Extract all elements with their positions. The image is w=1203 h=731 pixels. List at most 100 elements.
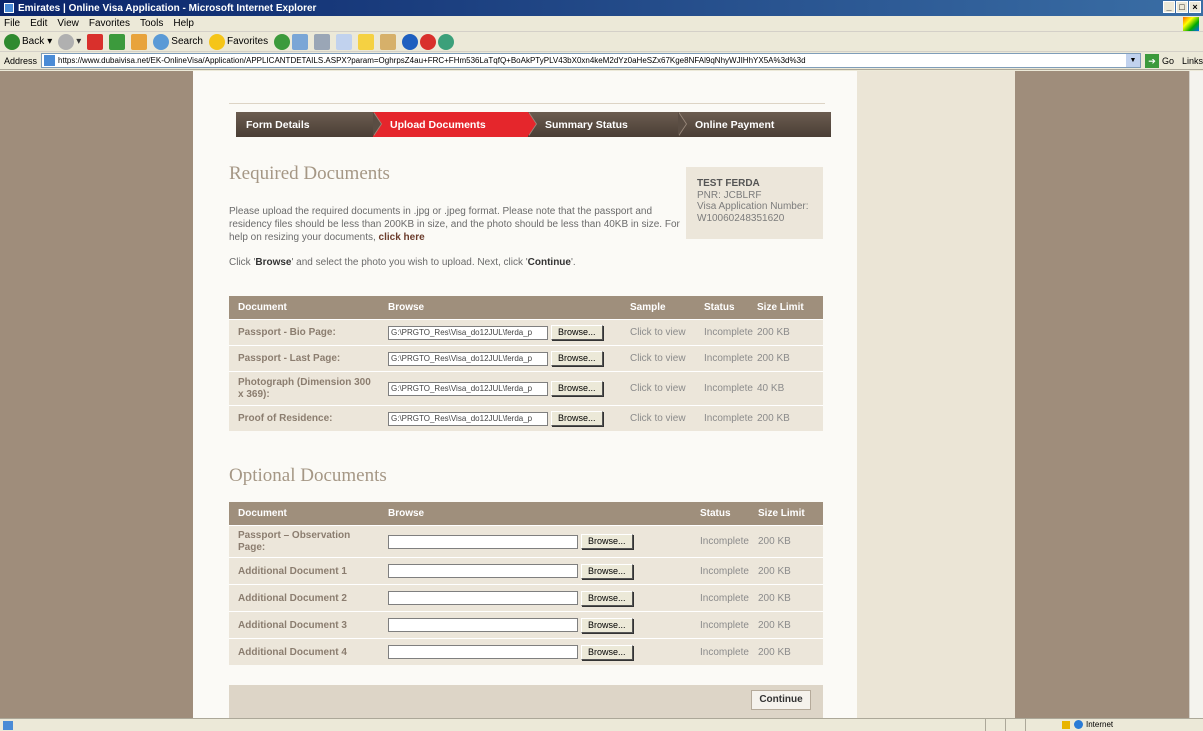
document-name: Additional Document 1 (238, 565, 347, 577)
users-icon[interactable] (438, 33, 455, 50)
file-input[interactable] (388, 591, 578, 605)
browse-button[interactable]: Browse... (581, 534, 633, 549)
refresh-icon[interactable] (109, 33, 126, 50)
browse-button[interactable]: Browse... (551, 381, 603, 396)
research-icon[interactable] (380, 33, 397, 50)
sample-link[interactable]: Click to view (622, 327, 697, 338)
instr-text: ' and select the photo you wish to uploa… (291, 257, 528, 268)
document-name: Proof of Residence: (238, 413, 333, 424)
form-footer: Continue (229, 685, 823, 718)
browse-button[interactable]: Browse... (581, 617, 633, 633)
messenger-icon[interactable] (420, 33, 437, 50)
step-form-details[interactable]: Form Details (236, 112, 382, 137)
file-input[interactable] (388, 564, 578, 578)
mail-icon[interactable] (292, 33, 309, 50)
column-header: Browse (388, 508, 425, 519)
progress-steps: Form Details Upload Documents Summary St… (236, 112, 831, 137)
search-icon (153, 33, 170, 50)
file-input[interactable]: G:\PRGTO_Res\Visa_do12JUL\ferda_p (388, 411, 548, 426)
file-input[interactable] (388, 534, 578, 549)
status-panes (985, 719, 1045, 731)
status-text: Incomplete (700, 619, 749, 631)
edit-icon[interactable] (336, 33, 353, 50)
browse-button[interactable]: Browse... (551, 325, 603, 340)
address-input[interactable]: https://www.dubaivisa.net/EK-OnlineVisa/… (41, 53, 1141, 68)
browser-toolbar: Back ▾ ▾ Search Favorites (0, 32, 1203, 52)
step-online-payment[interactable]: Online Payment (678, 112, 831, 137)
file-input[interactable]: G:\PRGTO_Res\Visa_do12JUL\ferda_p (388, 381, 548, 396)
sample-link[interactable]: Click to view (622, 383, 697, 394)
step-upload-documents[interactable]: Upload Documents (373, 112, 537, 137)
maximize-button[interactable]: □ (1176, 1, 1188, 13)
instr-browse: Browse (255, 257, 292, 268)
table-row: Additional Document 1 Browse... Incomple… (229, 557, 823, 584)
document-name: Passport - Bio Page: (238, 327, 336, 338)
menu-view[interactable]: View (57, 18, 79, 29)
links-button[interactable]: Links (1182, 56, 1203, 66)
column-header: Size Limit (757, 302, 804, 313)
forward-icon[interactable] (58, 33, 75, 50)
menu-tools[interactable]: Tools (140, 18, 163, 29)
table-row: Additional Document 3 Browse... Incomple… (229, 611, 823, 638)
browse-instructions: Click 'Browse' and select the photo you … (229, 257, 576, 268)
go-button[interactable]: ➔ Go (1144, 53, 1174, 68)
stop-icon[interactable] (87, 33, 104, 50)
bluetooth-icon[interactable] (402, 33, 419, 50)
size-limit: 200 KB (758, 646, 791, 658)
applicant-pnr: PNR: JCBLRF (697, 189, 762, 201)
instr-text: Click ' (229, 257, 256, 268)
applicant-name: TEST FERDA (697, 178, 760, 189)
resize-help-link[interactable]: click here (379, 232, 425, 243)
page-icon (44, 55, 56, 66)
file-input[interactable] (388, 618, 578, 632)
required-documents-heading: Required Documents (229, 163, 390, 184)
file-input[interactable]: G:\PRGTO_Res\Visa_do12JUL\ferda_p (388, 325, 548, 340)
security-zone: Internet (1062, 720, 1113, 729)
column-header: Document (238, 302, 287, 313)
folder-icon[interactable] (358, 33, 375, 50)
browse-button[interactable]: Browse... (551, 411, 603, 426)
browse-button[interactable]: Browse... (581, 590, 633, 606)
globe-icon (1074, 720, 1083, 729)
sample-link[interactable]: Click to view (622, 413, 697, 424)
browse-button[interactable]: Browse... (551, 351, 603, 366)
history-icon[interactable] (274, 33, 291, 50)
address-dropdown-icon[interactable]: ▼ (1125, 54, 1140, 67)
step-summary-status[interactable]: Summary Status (528, 112, 687, 137)
go-arrow-icon: ➔ (1144, 53, 1159, 68)
menu-help[interactable]: Help (173, 18, 194, 29)
continue-button[interactable]: Continue (751, 690, 811, 710)
size-limit: 200 KB (757, 353, 790, 364)
close-button[interactable]: × (1189, 1, 1201, 13)
table-header: Document Browse Sample Status Size Limit (229, 296, 823, 319)
file-input[interactable]: G:\PRGTO_Res\Visa_do12JUL\ferda_p (388, 351, 548, 366)
search-button[interactable]: Search (153, 33, 203, 50)
print-icon[interactable] (314, 33, 331, 50)
table-row: Additional Document 4 Browse... Incomple… (229, 638, 823, 665)
back-arrow-icon (4, 33, 20, 50)
file-input[interactable] (388, 645, 578, 659)
chevron-right-icon (528, 112, 536, 136)
ie-icon (4, 3, 14, 13)
browse-button[interactable]: Browse... (581, 644, 633, 660)
home-icon[interactable] (131, 33, 148, 50)
window-title: Emirates | Online Visa Application - Mic… (18, 2, 317, 14)
menu-favorites[interactable]: Favorites (89, 18, 130, 29)
lock-icon (1062, 720, 1070, 729)
minimize-button[interactable]: _ (1163, 1, 1175, 13)
size-limit: 200 KB (758, 619, 791, 631)
favorites-button[interactable]: Favorites (208, 33, 268, 50)
size-limit: 200 KB (758, 592, 791, 604)
menu-edit[interactable]: Edit (30, 18, 47, 29)
back-button[interactable]: Back ▾ (4, 33, 52, 50)
file-upload: G:\PRGTO_Res\Visa_do12JUL\ferda_p Browse.… (379, 381, 622, 396)
browse-button[interactable]: Browse... (581, 563, 633, 579)
page-scrollbar[interactable] (1189, 71, 1203, 718)
table-row: Passport - Last Page: G:\PRGTO_Res\Visa_… (229, 345, 823, 371)
go-label: Go (1161, 55, 1174, 66)
menu-file[interactable]: File (4, 18, 20, 29)
sample-link[interactable]: Click to view (622, 353, 697, 364)
divider (229, 103, 825, 104)
file-upload: Browse... (379, 644, 693, 660)
document-name: Additional Document 2 (238, 592, 347, 604)
